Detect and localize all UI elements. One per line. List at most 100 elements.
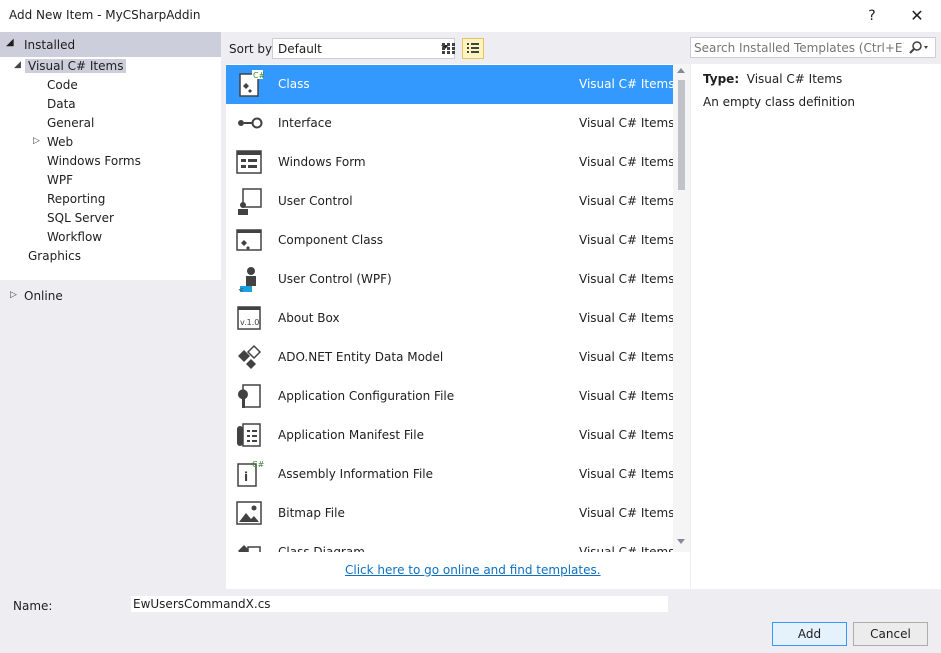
search-input[interactable] [694,40,904,55]
installed-label: Installed [24,38,76,52]
template-list-scrollbar[interactable] [673,64,690,552]
template-row[interactable]: Windows Form Visual C# Items [226,143,673,182]
scroll-down-icon[interactable] [677,539,685,544]
class-icon: C# [234,69,266,99]
template-row[interactable]: Application Manifest File Visual C# Items [226,416,673,455]
small-icons-view-button[interactable] [437,38,459,59]
tree-item-label: Visual C# Items [25,59,127,73]
manifest-file-icon [234,420,264,450]
collapse-arrow-icon[interactable]: ◢ [14,60,21,70]
template-row[interactable]: C# Class Visual C# Items [226,65,673,104]
name-field[interactable] [131,596,668,612]
tree-item[interactable]: ▷ Web [0,133,221,152]
online-node[interactable]: ▷ Online [0,287,221,307]
template-category: Visual C# Items [579,77,673,91]
add-button[interactable]: Add [772,622,847,646]
tree-item[interactable]: Windows Forms [0,152,221,171]
list-view-button[interactable] [462,38,484,59]
template-category: Visual C# Items [579,389,673,403]
footer: Name: Add Cancel [0,589,941,653]
tree-item-label: Graphics [28,249,81,263]
online-link-area: Click here to go online and find templat… [226,552,690,589]
svg-text:C#: C# [253,71,264,80]
template-category: Visual C# Items [579,545,673,552]
window-title: Add New Item - MyCSharpAddin [9,8,201,22]
details-panel: Type: Visual C# Items An empty class def… [691,64,941,589]
template-row[interactable]: Component Class Visual C# Items [226,221,673,260]
template-name: Component Class [278,233,384,247]
template-row[interactable]: User Control Visual C# Items [226,182,673,221]
config-file-icon [234,381,264,411]
svg-text:v.1.0: v.1.0 [240,318,259,327]
search-box[interactable] [690,37,936,58]
scroll-up-icon[interactable] [677,68,685,73]
close-button[interactable]: ✕ [904,4,930,28]
user-control-wpf-icon: < [234,264,264,294]
help-button[interactable]: ? [859,4,885,28]
tree-item[interactable]: Data [0,95,221,114]
template-row[interactable]: v.1.0 About Box Visual C# Items [226,299,673,338]
tree-item-label: SQL Server [47,211,114,225]
title-bar: Add New Item - MyCSharpAddin ? ✕ [0,0,941,32]
bitmap-icon [234,498,264,528]
template-row[interactable]: Interface Visual C# Items [226,104,673,143]
template-name: ADO.NET Entity Data Model [278,350,444,364]
template-category: Visual C# Items [579,467,673,481]
template-row[interactable]: < User Control (WPF) Visual C# Items [226,260,673,299]
tree-item[interactable]: Code [0,76,221,95]
search-icon[interactable] [909,41,929,57]
component-class-icon [234,225,264,255]
tree-item[interactable]: Graphics [0,247,221,266]
template-name: User Control (WPF) [278,272,392,286]
grid-view-icon [442,43,455,54]
tree-item[interactable]: WPF [0,171,221,190]
tree-item[interactable]: ◢ Visual C# Items [0,57,221,76]
sort-label: Sort by: [229,42,276,56]
list-view-icon [467,43,479,53]
scroll-thumb[interactable] [678,80,685,190]
template-row[interactable]: ADO.NET Entity Data Model Visual C# Items [226,338,673,377]
assembly-info-icon: C# i [234,459,265,489]
svg-text:C#: C# [252,460,264,469]
template-category: Visual C# Items [579,155,673,169]
tree-item-label: WPF [47,173,74,187]
expand-arrow-icon: ▷ [10,290,17,300]
template-row[interactable]: C# i Assembly Information File Visual C# It… [226,455,673,494]
template-category: Visual C# Items [579,272,673,286]
cancel-button[interactable]: Cancel [853,622,928,646]
template-category: Visual C# Items [579,428,673,442]
template-name: Windows Form [278,155,366,169]
sort-dropdown[interactable]: Default [272,38,455,59]
tree-item-label: Code [47,78,78,92]
name-label: Name: [13,599,53,613]
tree-item[interactable]: General [0,114,221,133]
template-name: Interface [278,116,332,130]
category-panel: ◢ Installed ◢ Visual C# Items Code Data Gene… [0,32,221,589]
template-name: Assembly Information File [278,467,434,481]
tree-item[interactable]: SQL Server [0,209,221,228]
template-name: User Control [278,194,353,208]
template-category: Visual C# Items [579,233,673,247]
template-name: About Box [278,311,340,325]
tree-item[interactable]: Workflow [0,228,221,247]
interface-icon [234,108,264,138]
template-name: Class Diagram [278,545,365,552]
tree-item-label: Web [47,135,74,149]
description: An empty class definition [703,95,856,109]
tree-item-label: Windows Forms [47,154,141,168]
type-label: Type: [703,72,740,86]
template-row[interactable]: Application Configuration File Visual C# … [226,377,673,416]
template-name: Application Manifest File [278,428,424,442]
installed-header[interactable]: ◢ Installed [0,32,221,57]
class-diagram-icon [234,537,264,552]
template-category: Visual C# Items [579,506,673,520]
collapse-arrow-icon: ◢ [6,37,14,48]
sort-toolbar: Sort by: Default [221,32,691,64]
expand-arrow-icon[interactable]: ▷ [33,136,40,146]
template-row[interactable]: Bitmap File Visual C# Items [226,494,673,533]
template-row[interactable]: Class Diagram Visual C# Items [226,533,673,552]
category-tree: ◢ Visual C# Items Code Data General ▷ Web Windo… [0,57,221,280]
tree-item[interactable]: Reporting [0,190,221,209]
type-line: Type: Visual C# Items [703,72,842,86]
online-templates-link[interactable]: Click here to go online and find templat… [345,563,601,577]
